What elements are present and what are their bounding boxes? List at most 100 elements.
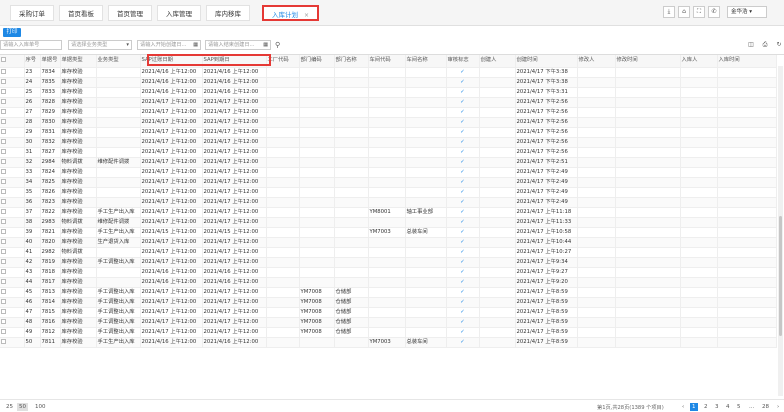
close-icon[interactable]: × (304, 12, 309, 19)
home-icon[interactable]: ⌂ (678, 6, 690, 18)
row-checkbox[interactable] (1, 278, 6, 284)
column-header[interactable]: 单据类型 (60, 55, 97, 68)
page-number[interactable]: ... (747, 403, 756, 411)
table-row[interactable]: 45 7813 库存校验 手工调整出入库 2021/4/17 上午12:00 2021/4… (0, 287, 777, 298)
row-select-cell[interactable] (0, 267, 25, 278)
business-type-select[interactable]: 请选择业务类型 ▾ (68, 40, 132, 50)
select-all-checkbox[interactable] (1, 57, 6, 63)
select-all-header[interactable] (0, 55, 25, 68)
column-chooser-icon[interactable]: ◫ (747, 41, 755, 49)
end-date-input[interactable]: 请输入结束创建日... ▦ (205, 40, 271, 50)
row-select-cell[interactable] (0, 87, 25, 98)
row-select-cell[interactable] (0, 177, 25, 188)
row-select-cell[interactable] (0, 77, 25, 88)
row-select-cell[interactable] (0, 137, 25, 148)
column-header[interactable]: 修改人 (577, 55, 616, 68)
row-checkbox[interactable] (1, 248, 6, 254)
tab-1[interactable]: 首页看板 (59, 5, 103, 21)
table-row[interactable]: 30 7832 库存校验 2021/4/17 上午12:00 2021/4/17 上午1… (0, 137, 777, 148)
row-select-cell[interactable] (0, 167, 25, 178)
table-row[interactable]: 50 7811 库存校验 手工生产出入库 2021/4/16 上午12:00 2021/4… (0, 337, 777, 348)
row-checkbox[interactable] (1, 118, 6, 124)
tab-4[interactable]: 库内移库 (206, 5, 250, 21)
next-page-icon[interactable]: › (775, 403, 781, 411)
table-row[interactable]: 43 7818 库存校验 2021/4/16 上午12:00 2021/4/16 上午1… (0, 267, 777, 278)
table-row[interactable]: 24 7835 库存校验 2021/4/16 上午12:00 2021/4/16 上午1… (0, 77, 777, 88)
table-row[interactable]: 42 7819 库存校验 手工调整出入库 2021/4/17 上午12:00 2021/4… (0, 257, 777, 268)
row-select-cell[interactable] (0, 117, 25, 128)
page-size-option[interactable]: 50 (17, 403, 28, 411)
download-icon[interactable]: ⤓ (663, 6, 675, 18)
row-checkbox[interactable] (1, 178, 6, 184)
table-row[interactable]: 25 7833 库存校验 2021/4/16 上午12:00 2021/4/16 上午1… (0, 87, 777, 98)
column-header[interactable]: 车间名称 (405, 55, 447, 68)
row-select-cell[interactable] (0, 287, 25, 298)
row-checkbox[interactable] (1, 68, 6, 74)
page-number[interactable]: 28 (760, 403, 771, 411)
row-select-cell[interactable] (0, 157, 25, 168)
scrollbar-thumb[interactable] (779, 216, 782, 336)
table-row[interactable]: 49 7812 库存校验 手工调整出入库 2021/4/17 上午12:00 2021/4… (0, 327, 777, 338)
row-checkbox[interactable] (1, 268, 6, 274)
row-checkbox[interactable] (1, 328, 6, 334)
column-header[interactable]: 审核标志 (446, 55, 480, 68)
row-select-cell[interactable] (0, 317, 25, 328)
row-select-cell[interactable] (0, 277, 25, 288)
row-checkbox[interactable] (1, 198, 6, 204)
row-checkbox[interactable] (1, 258, 6, 264)
row-checkbox[interactable] (1, 148, 6, 154)
row-checkbox[interactable] (1, 108, 6, 114)
table-row[interactable]: 27 7829 库存校验 2021/4/17 上午12:00 2021/4/17 上午1… (0, 107, 777, 118)
row-select-cell[interactable] (0, 197, 25, 208)
prev-page-icon[interactable]: ‹ (680, 403, 686, 411)
table-row[interactable]: 46 7814 库存校验 手工调整出入库 2021/4/17 上午12:00 2021/4… (0, 297, 777, 308)
table-row[interactable]: 33 7824 库存校验 2021/4/17 上午12:00 2021/4/17 上午1… (0, 167, 777, 178)
table-row[interactable]: 36 7823 库存校验 2021/4/17 上午12:00 2021/4/17 上午1… (0, 197, 777, 208)
export-icon[interactable]: ⎙ (761, 41, 769, 49)
tab-5[interactable]: 入库计划 × (262, 5, 320, 21)
table-row[interactable]: 38 2983 物料调拨 维修配件调拨 2021/4/17 上午12:00 2021/4/… (0, 217, 777, 228)
column-header[interactable]: 入库人 (680, 55, 718, 68)
table-row[interactable]: 47 7815 库存校验 手工调整出入库 2021/4/17 上午12:00 2021/4… (0, 307, 777, 318)
table-row[interactable]: 28 7830 库存校验 2021/4/17 上午12:00 2021/4/17 上午1… (0, 117, 777, 128)
table-row[interactable]: 26 7828 库存校验 2021/4/17 上午12:00 2021/4/17 上午1… (0, 97, 777, 108)
column-header[interactable]: 入库时间 (717, 55, 777, 68)
row-checkbox[interactable] (1, 88, 6, 94)
row-select-cell[interactable] (0, 307, 25, 318)
column-header[interactable]: 部门名称 (334, 55, 369, 68)
start-date-input[interactable]: 请输入开始创建日... ▦ (137, 40, 201, 50)
tab-3[interactable]: 入库管理 (157, 5, 201, 21)
row-select-cell[interactable] (0, 297, 25, 308)
row-checkbox[interactable] (1, 218, 6, 224)
row-select-cell[interactable] (0, 327, 25, 338)
page-number[interactable]: 5 (735, 403, 743, 411)
table-row[interactable]: 31 7827 库存校验 2021/4/17 上午12:00 2021/4/17 上午1… (0, 147, 777, 158)
row-checkbox[interactable] (1, 168, 6, 174)
tab-0[interactable]: 采购订单 (10, 5, 54, 21)
row-select-cell[interactable] (0, 247, 25, 258)
row-checkbox[interactable] (1, 298, 6, 304)
row-checkbox[interactable] (1, 238, 6, 244)
row-select-cell[interactable] (0, 227, 25, 238)
vertical-scrollbar[interactable] (778, 66, 783, 396)
table-row[interactable]: 32 2984 物料调拨 维修配件调拨 2021/4/17 上午12:00 2021/4/… (0, 157, 777, 168)
table-row[interactable]: 40 7820 库存校验 生产退货入库 2021/4/17 上午12:00 2021/4/… (0, 237, 777, 248)
row-select-cell[interactable] (0, 257, 25, 268)
page-size-option[interactable]: 100 (33, 403, 48, 411)
row-select-cell[interactable] (0, 147, 25, 158)
table-row[interactable]: 23 7834 库存校验 2021/4/16 上午12:00 2021/4/16 上午1… (0, 67, 777, 78)
row-checkbox[interactable] (1, 138, 6, 144)
table-row[interactable]: 44 7817 库存校验 2021/4/16 上午12:00 2021/4/16 上午1… (0, 277, 777, 288)
page-number[interactable]: 4 (724, 403, 732, 411)
row-checkbox[interactable] (1, 288, 6, 294)
row-select-cell[interactable] (0, 127, 25, 138)
column-header[interactable]: 序号 (24, 55, 41, 68)
row-checkbox[interactable] (1, 318, 6, 324)
page-number[interactable]: 2 (702, 403, 710, 411)
row-checkbox[interactable] (1, 338, 6, 344)
refresh-icon[interactable]: ↻ (775, 41, 783, 49)
phone-icon[interactable]: ✆ (708, 6, 720, 18)
row-select-cell[interactable] (0, 337, 25, 348)
column-header[interactable]: 创建时间 (515, 55, 578, 68)
tab-2[interactable]: 首页管理 (108, 5, 152, 21)
